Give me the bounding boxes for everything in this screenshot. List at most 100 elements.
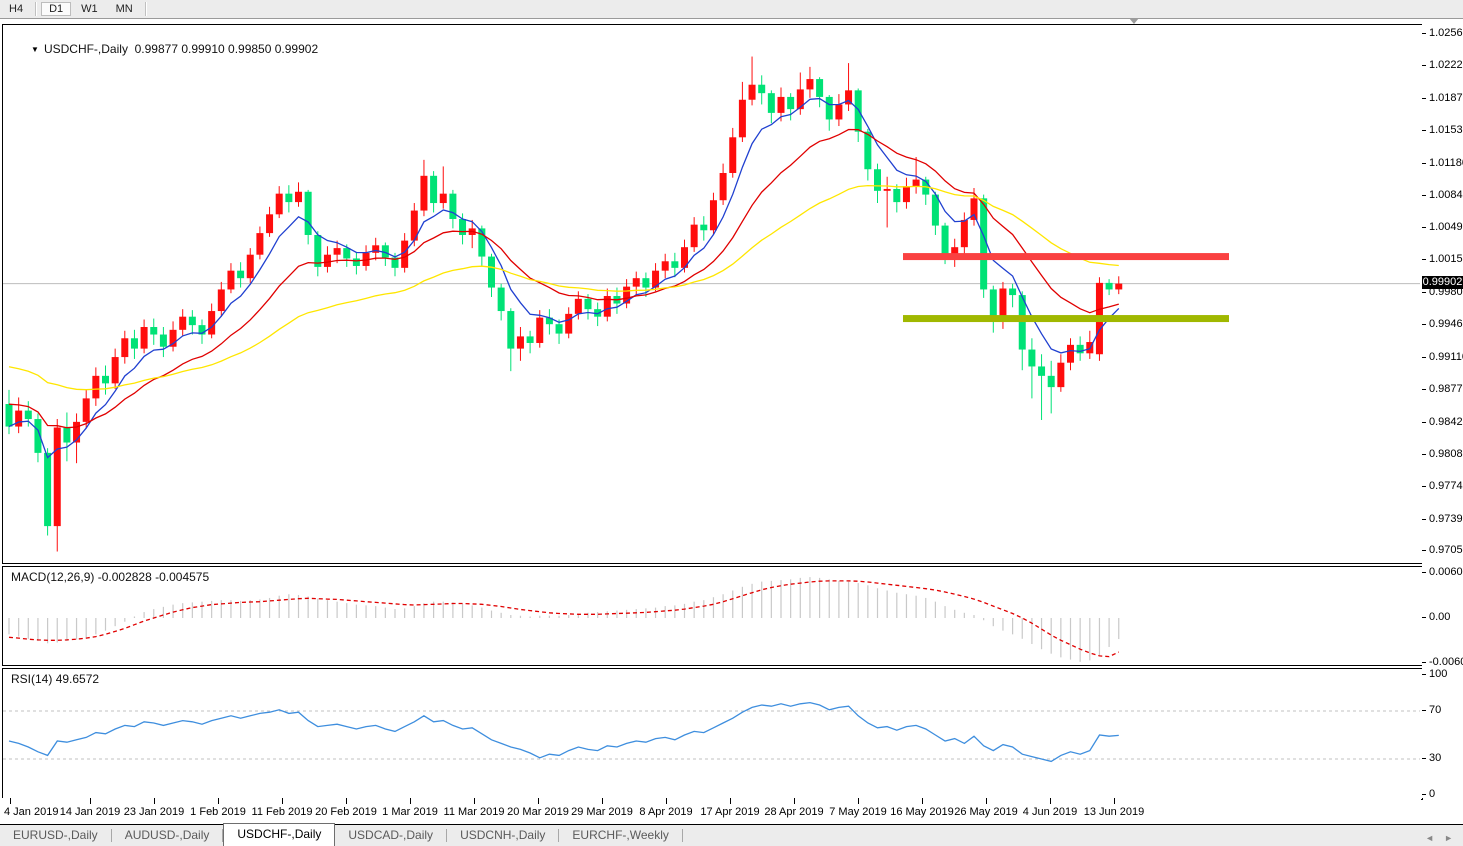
candle (903, 186, 910, 202)
rsi-chart-canvas[interactable] (3, 669, 1420, 797)
date-label: 4 Jan 2019 (4, 806, 58, 818)
date-label: 28 Apr 2019 (764, 806, 823, 818)
axis-tick (1422, 454, 1426, 455)
axis-tick (1422, 227, 1426, 228)
axis-tick (1422, 662, 1426, 663)
candlestick-chart-canvas[interactable] (3, 25, 1420, 561)
price-chart-pane[interactable]: ▼USDCHF-,Daily 0.99877 0.99910 0.99850 0… (2, 24, 1423, 564)
price-axis-label: 0.99460 (1429, 318, 1463, 330)
tab-usdcnh-daily[interactable]: USDCNH-,Daily (447, 825, 558, 846)
candle (575, 299, 582, 314)
tab-audusd-daily[interactable]: AUDUSD-,Daily (112, 825, 223, 846)
candle (1106, 283, 1113, 290)
candle (758, 85, 765, 93)
date-tick (282, 798, 283, 804)
candle (247, 255, 254, 278)
candle (6, 404, 13, 427)
axis-tick (1422, 292, 1426, 293)
date-label: 20 Feb 2019 (315, 806, 377, 818)
macd-chart-canvas[interactable] (3, 567, 1420, 663)
candle (585, 299, 592, 309)
tab-separator (682, 829, 683, 842)
symbol-dropdown-icon: ▼ (31, 45, 39, 54)
candle (778, 97, 785, 113)
candle (710, 200, 717, 230)
candle (237, 271, 244, 279)
axis-tick (1422, 519, 1426, 520)
candle (63, 427, 70, 442)
candle (305, 192, 312, 235)
date-tick (730, 798, 731, 804)
candle (980, 198, 987, 289)
candle (913, 180, 920, 187)
date-axis[interactable]: 4 Jan 201914 Jan 201923 Jan 20191 Feb 20… (2, 798, 1421, 824)
macd-signal-value: -0.004575 (155, 570, 209, 584)
candle (430, 176, 437, 203)
candle (314, 235, 321, 267)
date-tick (1050, 798, 1051, 804)
macd-axis-label: 0.00 (1429, 611, 1450, 623)
axis-tick (1422, 259, 1426, 260)
price-axis-label: 1.00490 (1429, 221, 1463, 233)
support-hline[interactable] (903, 315, 1229, 322)
tab-eurusd-daily[interactable]: EURUSD-,Daily (0, 825, 111, 846)
tabs-scroll-right-icon[interactable]: ► (1444, 833, 1453, 843)
rsi-axis-label: 100 (1429, 668, 1447, 680)
candle (816, 79, 823, 97)
axis-tick (1422, 65, 1426, 66)
axis-tick (1422, 163, 1426, 164)
date-label: 1 Mar 2019 (382, 806, 438, 818)
date-label: 20 Mar 2019 (507, 806, 569, 818)
timeframe-button-mn[interactable]: MN (108, 2, 141, 16)
axis-tick (1422, 357, 1426, 358)
timeframe-button-h4[interactable]: H4 (1, 2, 31, 16)
candle (1115, 284, 1122, 290)
candle (488, 257, 495, 288)
ohlc-values: 0.99877 0.99910 0.99850 0.99902 (135, 42, 319, 56)
candle (83, 398, 90, 421)
candle (276, 194, 283, 215)
candle (806, 79, 813, 89)
tab-eurchf-weekly[interactable]: EURCHF-,Weekly (559, 825, 681, 846)
resistance-hline[interactable] (903, 253, 1229, 260)
rsi-label: RSI(14) 49.6572 (11, 672, 99, 686)
toolbar-separator (145, 2, 147, 16)
axis-tick (1422, 758, 1426, 759)
date-tick (1114, 798, 1115, 804)
candle (835, 104, 842, 119)
rsi-indicator-pane[interactable]: RSI(14) 49.6572 (2, 668, 1423, 800)
candle (285, 194, 292, 202)
candle (92, 376, 99, 399)
candle (498, 288, 505, 311)
price-axis-label: 1.00150 (1429, 253, 1463, 265)
ma-slow-line (9, 186, 1119, 390)
candle (112, 357, 119, 383)
candle (1048, 376, 1055, 387)
candle (884, 189, 891, 191)
timeframe-button-w1[interactable]: W1 (73, 2, 106, 16)
date-label: 29 Mar 2019 (571, 806, 633, 818)
date-tick (538, 798, 539, 804)
date-tick (410, 798, 411, 804)
price-axis[interactable]: 1.025601.022201.018701.015301.011801.008… (1422, 24, 1463, 798)
axis-tick (1422, 794, 1426, 795)
axis-tick (1422, 389, 1426, 390)
candle (517, 336, 524, 348)
timeframe-button-d1[interactable]: D1 (41, 2, 71, 16)
price-axis-label: 1.01530 (1429, 124, 1463, 136)
candle (826, 97, 833, 120)
tabs-scroll-left-icon[interactable]: ◄ (1425, 833, 1434, 843)
candle (179, 317, 186, 330)
candle (691, 225, 698, 248)
macd-main-value: -0.002828 (98, 570, 152, 584)
candle (787, 97, 794, 109)
price-axis-label: 0.98770 (1429, 383, 1463, 395)
date-label: 23 Jan 2019 (124, 806, 185, 818)
price-axis-label: 0.98420 (1429, 416, 1463, 428)
macd-indicator-pane[interactable]: MACD(12,26,9) -0.002828 -0.004575 (2, 566, 1423, 666)
tab-usdcad-daily[interactable]: USDCAD-,Daily (335, 825, 446, 846)
tab-usdchf-daily[interactable]: USDCHF-,Daily (223, 823, 335, 846)
rsi-axis-label: 70 (1429, 704, 1441, 716)
axis-tick (1422, 422, 1426, 423)
date-tick (922, 798, 923, 804)
